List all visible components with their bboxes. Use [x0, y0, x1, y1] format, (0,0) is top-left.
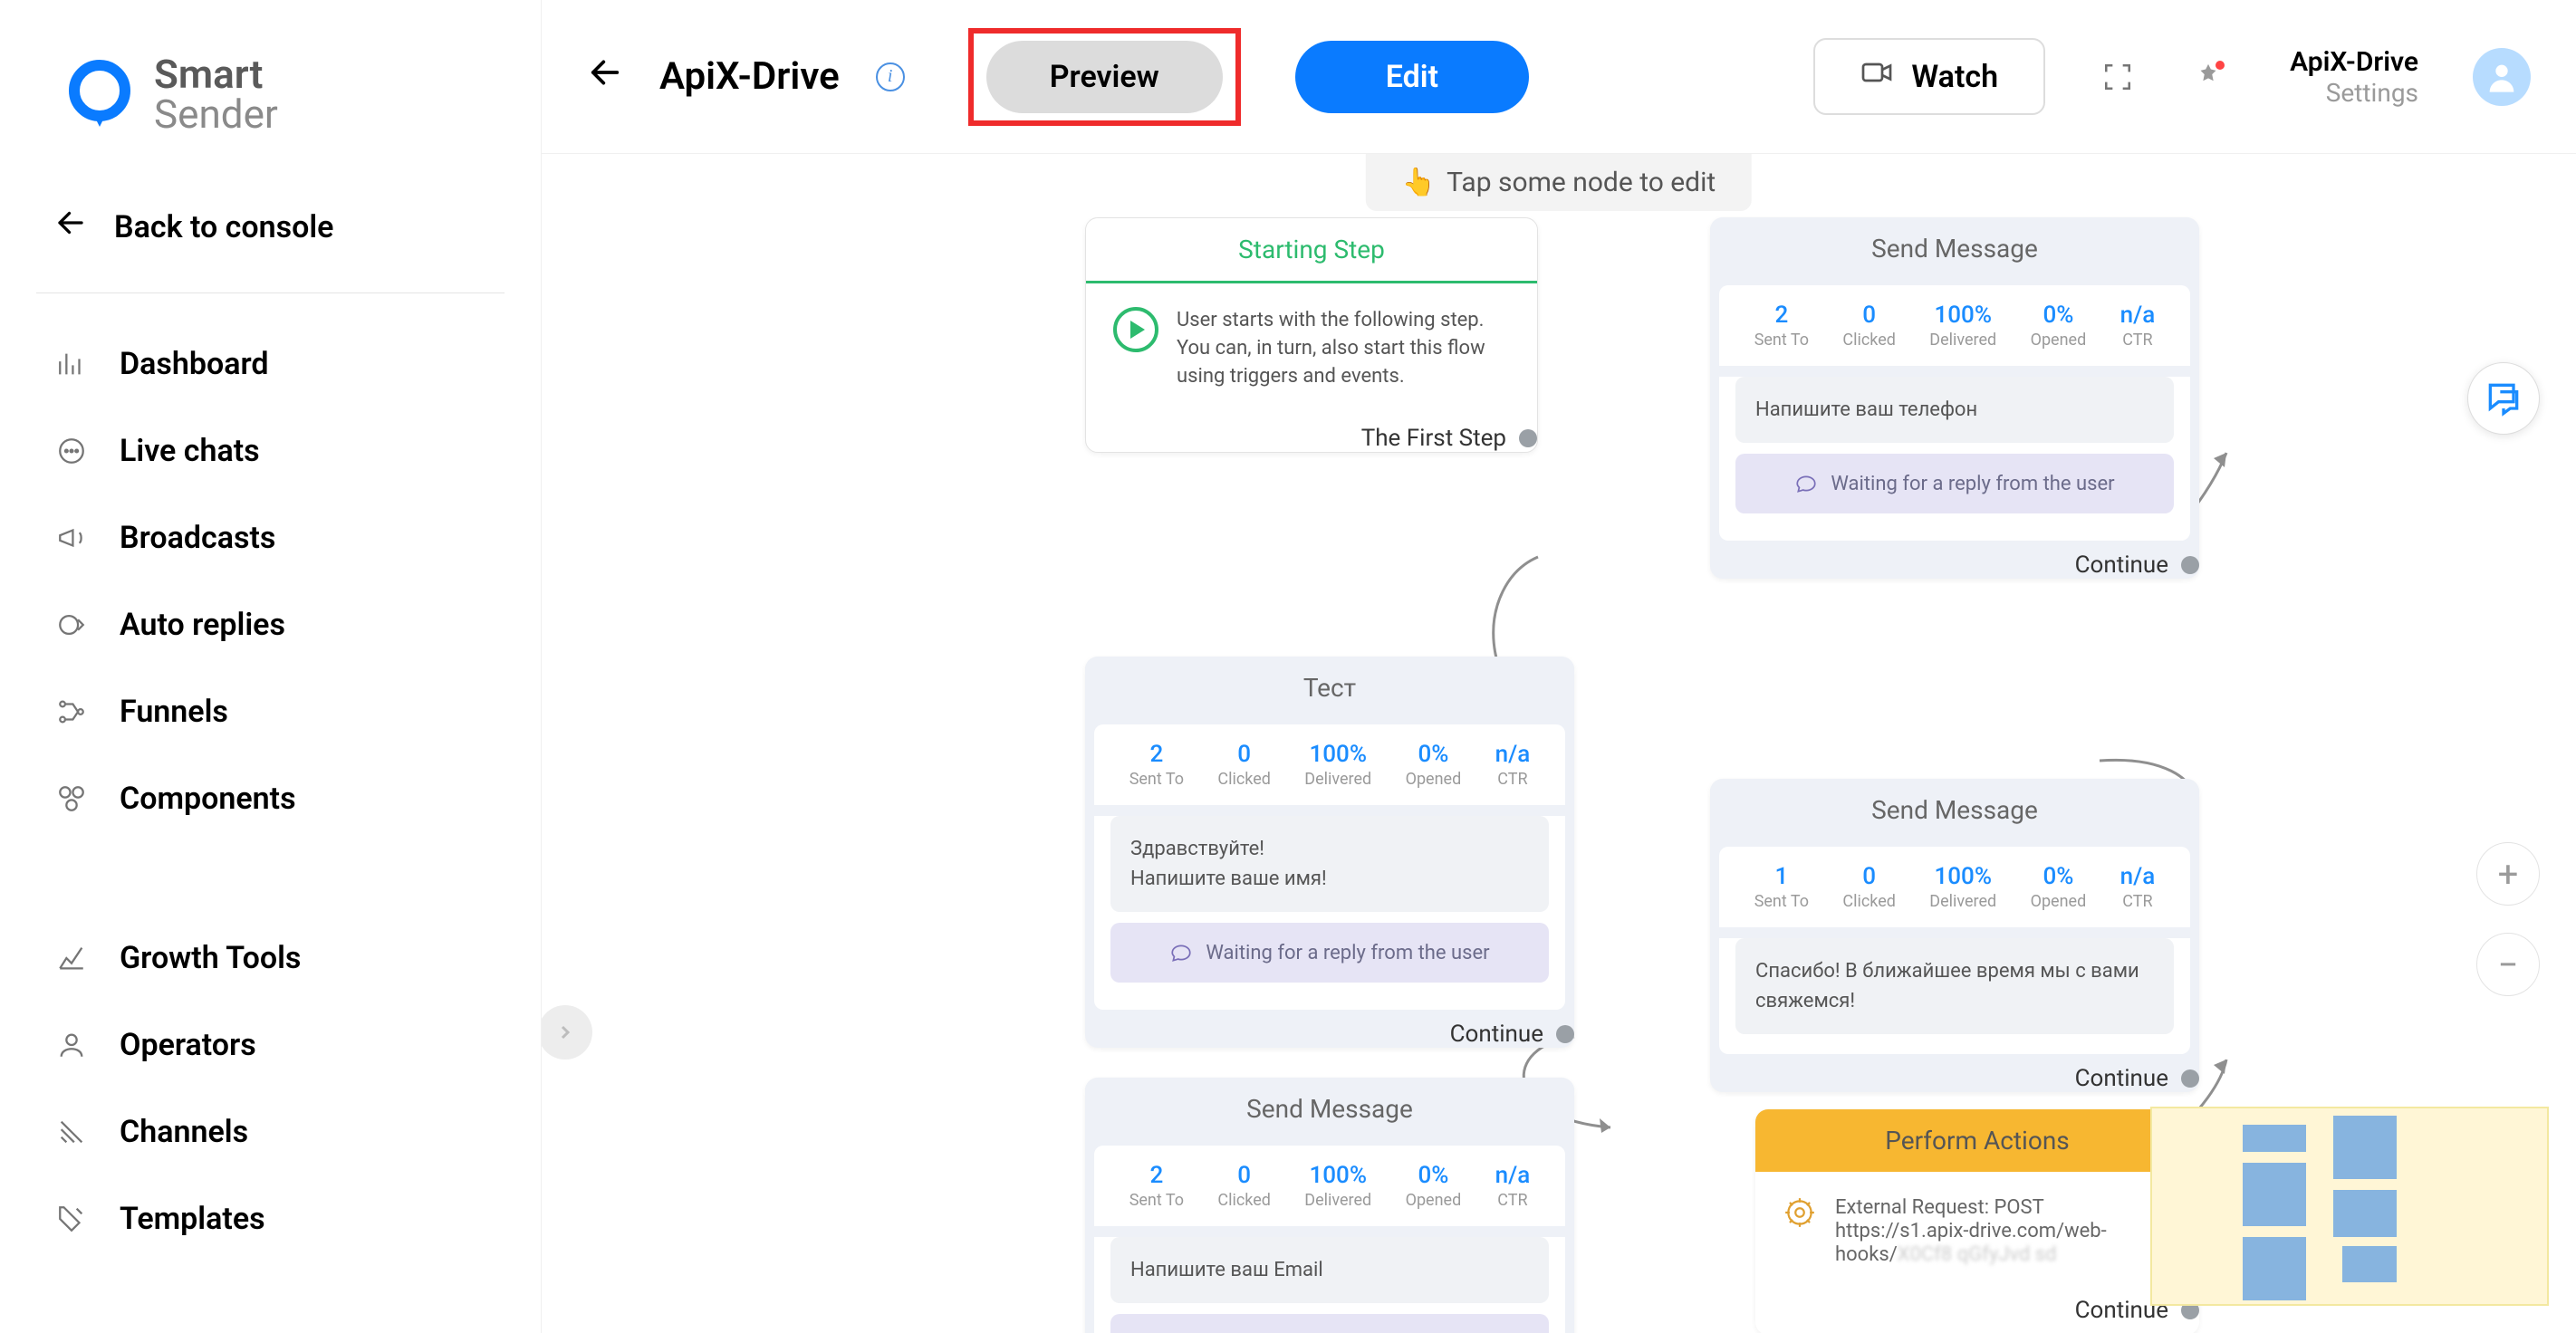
header-back-button[interactable] [587, 54, 623, 100]
sidebar-item-growthtools[interactable]: Growth Tools [27, 915, 514, 1002]
node-title: Send Message [1085, 1078, 1574, 1140]
watch-button[interactable]: Watch [1813, 38, 2045, 115]
node-perform-actions[interactable]: Perform Actions External Request: POST h… [1755, 1109, 2199, 1333]
user-name: ApiX-Drive [2290, 46, 2418, 78]
node-footer-label: Continue [1450, 1021, 1543, 1048]
finger-icon: 👆 [1402, 167, 1436, 198]
logo-text-2: Sender [154, 94, 278, 134]
start-text: User starts with the following step. You… [1177, 307, 1510, 390]
nav-label: Live chats [120, 433, 260, 469]
node-footer-label: The First Step [1361, 425, 1506, 452]
growth-icon [54, 941, 89, 975]
chart-icon [54, 347, 89, 381]
node-title: Тест [1085, 657, 1574, 719]
edit-button[interactable]: Edit [1295, 41, 1529, 113]
node-send-phone[interactable]: Send Message 2Sent To0Clicked100%Deliver… [1710, 217, 2199, 579]
sidebar-item-components[interactable]: Components [27, 755, 514, 842]
main: ApiX-Drive i Preview Edit Watch ApiX-Dri… [542, 0, 2576, 1333]
node-footer-label: Continue [2075, 1065, 2168, 1092]
preview-highlight: Preview [968, 28, 1241, 126]
nav-label: Templates [120, 1201, 265, 1237]
node-title: Perform Actions [1755, 1109, 2199, 1172]
node-send-email[interactable]: Send Message 2Sent To0Clicked100%Deliver… [1085, 1078, 1574, 1333]
play-icon [1113, 307, 1158, 352]
templates-icon [54, 1202, 89, 1236]
megaphone-icon [54, 521, 89, 555]
node-footer-label: Continue [2075, 551, 2168, 579]
connector-dot[interactable] [2181, 556, 2199, 574]
page-title: ApiX-Drive [659, 54, 840, 99]
node-send-thanks[interactable]: Send Message 1Sent To0Clicked100%Deliver… [1710, 779, 2199, 1092]
sidebar: SmartSender Back to console Dashboard Li… [0, 0, 542, 1333]
message-text: Напишите ваш телефон [1735, 377, 2174, 443]
sidebar-item-autoreplies[interactable]: Auto replies [27, 581, 514, 668]
waiting-reply: Waiting for a reply from the user [1735, 454, 2174, 513]
node-starting-step[interactable]: Starting Step User starts with the follo… [1085, 217, 1538, 453]
chat-fab[interactable] [2467, 362, 2540, 435]
channels-icon [54, 1115, 89, 1149]
logo: SmartSender [27, 36, 514, 188]
node-title: Send Message [1710, 779, 2199, 841]
back-label: Back to console [114, 209, 333, 245]
nav-label: Dashboard [120, 346, 269, 382]
fullscreen-icon[interactable] [2100, 59, 2136, 95]
sidebar-collapse-button[interactable] [542, 1005, 592, 1060]
waiting-reply: Waiting for a reply from the user [1110, 1314, 1549, 1333]
stats-row: 2Sent To 0Clicked 100%Delivered 0%Opened… [1094, 724, 1565, 805]
connector-dot[interactable] [1556, 1025, 1574, 1043]
waiting-reply: Waiting for a reply from the user [1110, 923, 1549, 983]
sidebar-item-funnels[interactable]: Funnels [27, 668, 514, 755]
notifications-icon[interactable] [2190, 59, 2226, 95]
auto-icon [54, 608, 89, 642]
nav-label: Operators [120, 1027, 256, 1063]
node-title: Send Message [1710, 217, 2199, 280]
nav-label: Channels [120, 1114, 248, 1150]
connector-dot[interactable] [1519, 429, 1537, 447]
logo-text-1: Smart [154, 54, 278, 94]
nav-label: Broadcasts [120, 520, 275, 556]
connector-dot[interactable] [2181, 1069, 2199, 1088]
nav-label: Funnels [120, 694, 228, 730]
nav-label: Growth Tools [120, 940, 301, 976]
info-icon[interactable]: i [876, 62, 905, 91]
preview-button[interactable]: Preview [986, 41, 1223, 113]
watch-label: Watch [1911, 59, 1998, 95]
header: ApiX-Drive i Preview Edit Watch ApiX-Dri… [542, 0, 2576, 154]
avatar[interactable] [2473, 48, 2531, 106]
message-text: Здравствуйте! Напишите ваше имя! [1110, 816, 1549, 912]
user-menu[interactable]: ApiX-Drive Settings [2290, 46, 2418, 108]
user-sub: Settings [2290, 78, 2418, 108]
node-test[interactable]: Тест 2Sent To 0Clicked 100%Delivered 0%O… [1085, 657, 1574, 1048]
divider [36, 292, 505, 293]
message-text: Спасибо! В ближайшее время мы с вами свя… [1735, 938, 2174, 1034]
zoom-in-button[interactable]: + [2476, 842, 2540, 906]
sidebar-item-operators[interactable]: Operators [27, 1002, 514, 1088]
zoom-controls: + − [2476, 842, 2540, 996]
action-text: External Request: POST https://s1.apix-d… [1835, 1195, 2172, 1266]
minimap[interactable] [2150, 1107, 2549, 1306]
nav-label: Components [120, 781, 296, 817]
back-to-console-button[interactable]: Back to console [27, 188, 514, 265]
canvas[interactable]: 👆 Tap some node to edit Starting Step Us… [542, 154, 2576, 1333]
chat-icon [54, 434, 89, 468]
logo-icon [63, 58, 136, 130]
zoom-out-button[interactable]: − [2476, 933, 2540, 996]
hint-text: Tap some node to edit [1447, 167, 1716, 198]
gear-icon [1783, 1195, 1819, 1232]
nav-label: Auto replies [120, 607, 285, 643]
sidebar-item-livechats[interactable]: Live chats [27, 408, 514, 494]
sidebar-item-templates[interactable]: Templates [27, 1175, 514, 1262]
arrow-left-icon [54, 206, 87, 247]
node-title: Starting Step [1086, 218, 1537, 283]
components-icon [54, 782, 89, 816]
message-text: Напишите ваш Email [1110, 1237, 1549, 1303]
funnel-icon [54, 695, 89, 729]
sidebar-item-dashboard[interactable]: Dashboard [27, 321, 514, 408]
video-icon [1860, 56, 1893, 97]
operators-icon [54, 1028, 89, 1062]
sidebar-item-channels[interactable]: Channels [27, 1088, 514, 1175]
sidebar-item-broadcasts[interactable]: Broadcasts [27, 494, 514, 581]
tap-hint: 👆 Tap some node to edit [1366, 154, 1752, 211]
